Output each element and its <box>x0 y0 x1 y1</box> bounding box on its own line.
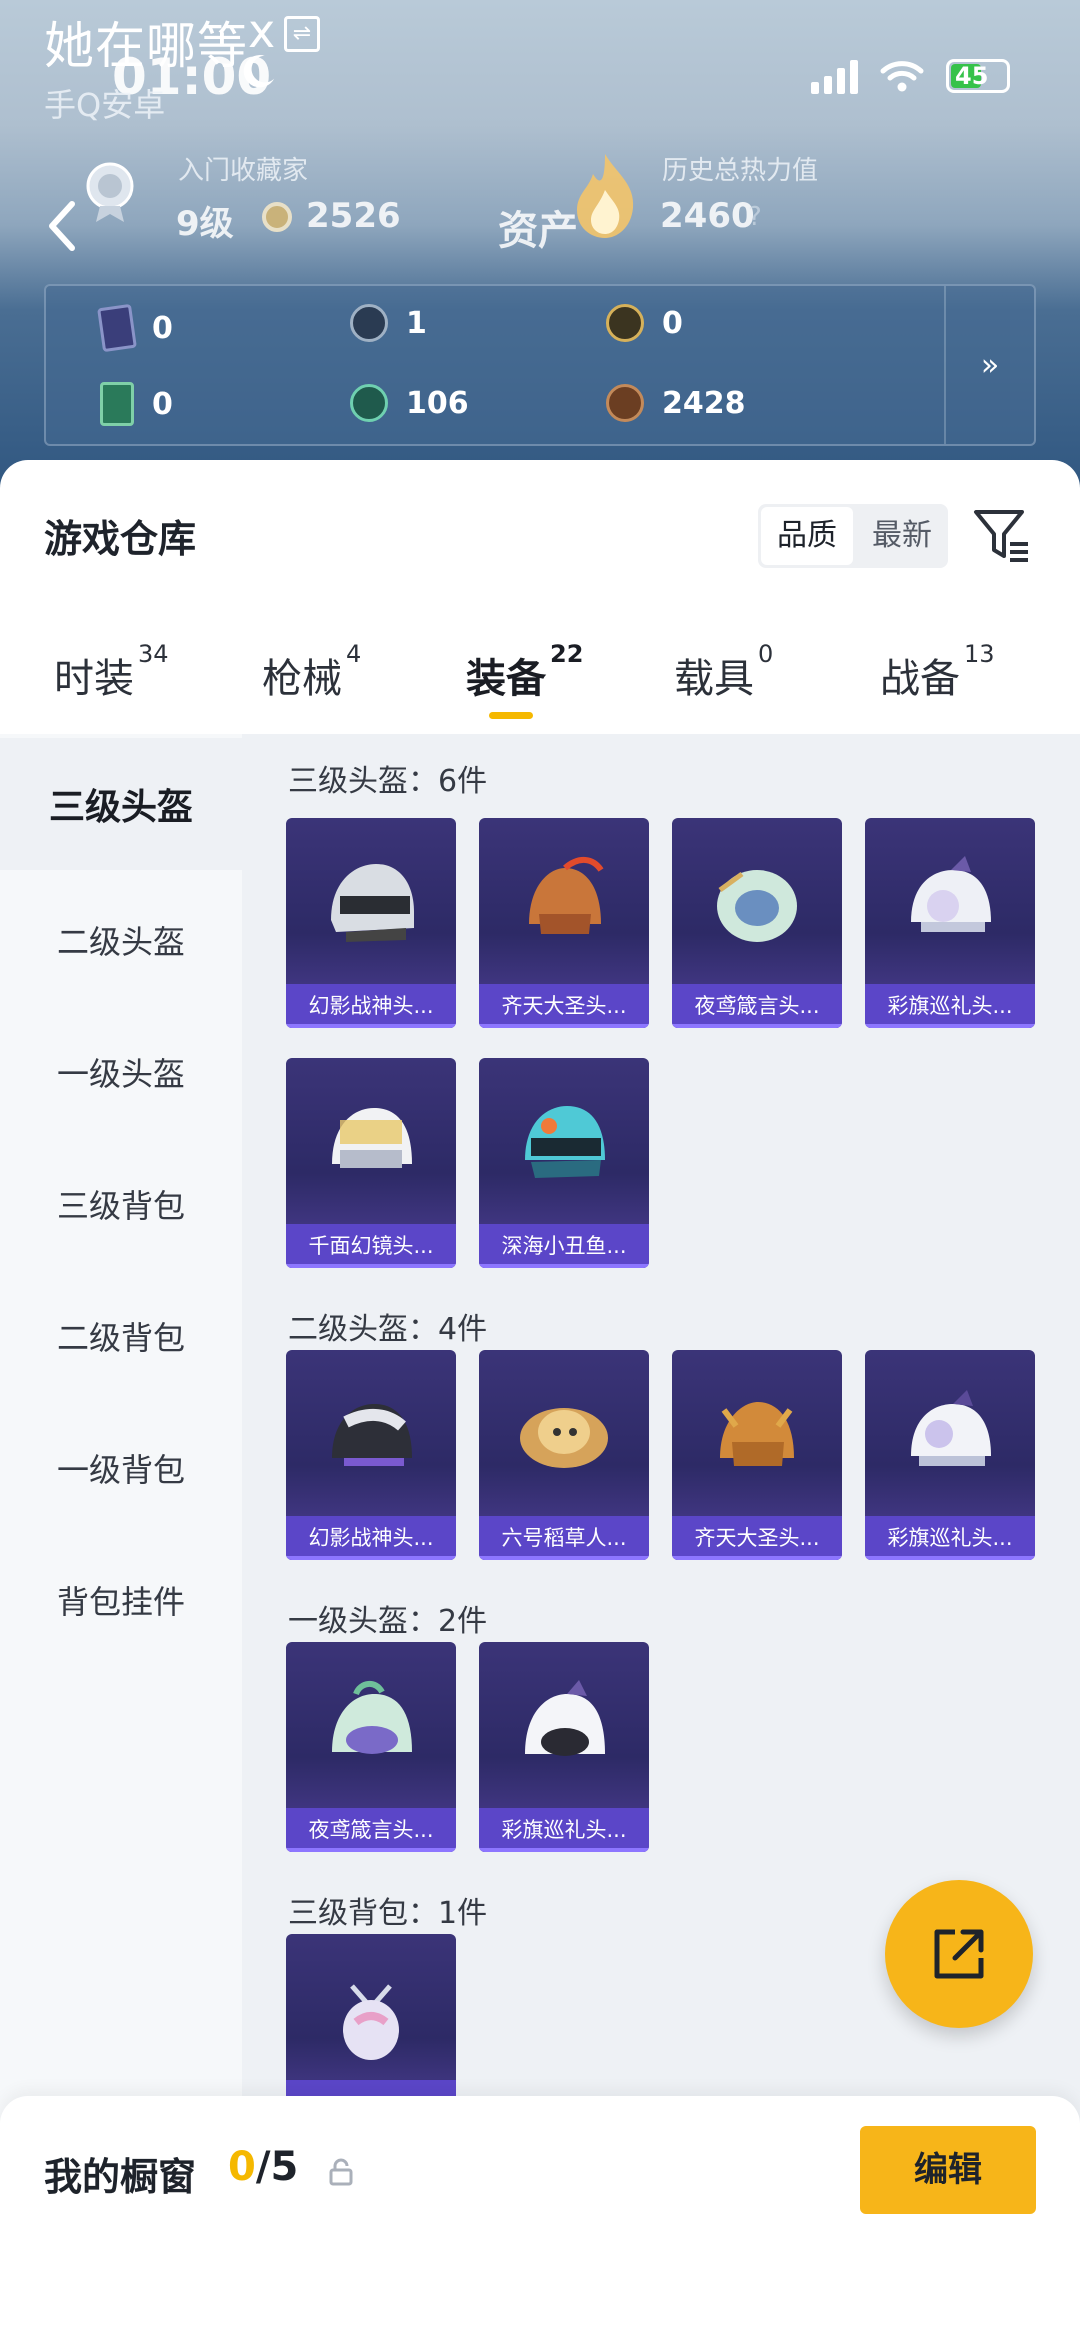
edit-button[interactable]: 编辑 <box>860 2126 1036 2214</box>
item-card[interactable]: 夜鸢箴言头... <box>672 818 842 1028</box>
stat-item: 0 <box>100 382 173 426</box>
stat-item: 0 <box>606 304 683 342</box>
helmet-icon <box>332 1681 412 1754</box>
sort-newest-button[interactable]: 最新 <box>856 504 948 568</box>
item-card[interactable]: 六号稻草人... <box>479 1350 649 1560</box>
collector-level: 9级 <box>176 204 234 244</box>
sidebar-item-level3-backpack[interactable]: 三级背包 <box>0 1138 242 1270</box>
sort-toggle: 品质 最新 <box>758 504 948 568</box>
helmet-icon <box>911 856 991 932</box>
warehouse-title: 游戏仓库 <box>44 517 197 561</box>
section-title: 二级头盔：4件 <box>288 1312 488 1347</box>
item-card[interactable]: 彩旗巡礼头... <box>479 1642 649 1852</box>
item-card[interactable]: 齐天大圣头... <box>479 818 649 1028</box>
lock-icon <box>329 2158 353 2186</box>
collector-level-label: 入门收藏家 <box>178 156 309 186</box>
help-icon[interactable]: ? <box>748 202 762 232</box>
heat-value: 2460 <box>660 196 755 236</box>
currency-stats: 0 1 0 0 106 2428 » <box>44 284 1036 446</box>
tab-supplies[interactable]: 战备13 <box>880 640 995 704</box>
item-card[interactable]: 夜鸢箴言头... <box>286 1642 456 1852</box>
sidebar-item-level2-backpack[interactable]: 二级背包 <box>0 1270 242 1402</box>
helmet-icon <box>529 857 604 934</box>
active-tab-indicator <box>489 712 533 719</box>
item-card[interactable]: 幻影战神头... <box>286 1350 456 1560</box>
showcase-count: 0/5 <box>228 2144 299 2190</box>
coin-icon <box>262 202 292 232</box>
silver-coin-icon <box>350 304 388 342</box>
item-card[interactable]: 齐天大圣头... <box>672 1350 842 1560</box>
section-title: 三级背包：1件 <box>288 1896 488 1931</box>
stat-item: 106 <box>350 384 469 422</box>
sidebar-item-level1-backpack[interactable]: 一级背包 <box>0 1402 242 1534</box>
item-card[interactable]: 彩旗巡礼头... <box>865 818 1035 1028</box>
sidebar-item-level1-helmet[interactable]: 一级头盔 <box>0 1006 242 1138</box>
stat-item: 0 <box>97 303 173 353</box>
sort-quality-button[interactable]: 品质 <box>761 507 853 565</box>
warehouse-panel: 游戏仓库 品质 最新 时装34 枪械4 装备22 载具0 战备13 三级头盔 二… <box>0 460 1080 2341</box>
status-icons: 45 <box>811 58 1010 94</box>
wifi-icon <box>880 61 924 92</box>
helmet-icon <box>332 1108 412 1168</box>
gold-coin-icon <box>606 304 644 342</box>
card-icon <box>97 303 137 353</box>
subcategory-sidebar: 三级头盔 二级头盔 一级头盔 三级背包 二级背包 一级背包 背包挂件 <box>0 734 242 2134</box>
level-badge-icon <box>86 162 134 222</box>
tab-fashion[interactable]: 时装34 <box>54 640 169 704</box>
battery-icon: 45 <box>946 59 1010 93</box>
item-card[interactable]: 彩旗巡礼头... <box>865 1350 1035 1560</box>
swap-icon[interactable]: ⇌ <box>284 16 320 52</box>
backpack-icon <box>343 1984 399 2060</box>
helmet-icon <box>525 1106 605 1178</box>
heat-label: 历史总热力值 <box>662 156 819 186</box>
showcase-label: 我的橱窗 <box>44 2155 197 2199</box>
bronze-coin-icon <box>606 384 644 422</box>
stat-item: 2428 <box>606 384 746 422</box>
flame-icon <box>577 154 634 238</box>
share-icon <box>934 1929 984 1979</box>
section-title: 三级头盔：6件 <box>288 764 488 799</box>
showcase-bar: 我的橱窗 0/5 编辑 <box>0 2096 1080 2341</box>
category-tabs: 时装34 枪械4 装备22 载具0 战备13 <box>0 640 1080 736</box>
signal-icon <box>811 58 858 94</box>
overlay-subtitle: 手Q安卓 <box>44 86 166 124</box>
stats-more-button[interactable]: » <box>944 286 1034 444</box>
item-card[interactable]: 幻影战神头... <box>286 818 456 1028</box>
share-button[interactable] <box>885 1880 1033 2028</box>
helmet-icon <box>911 1390 991 1466</box>
helmet-icon <box>525 1680 605 1756</box>
overlay-close-icon[interactable]: x <box>248 4 275 58</box>
stat-item: 1 <box>350 304 427 342</box>
helmet-icon <box>717 870 797 942</box>
sidebar-item-backpack-pendant[interactable]: 背包挂件 <box>0 1534 242 1666</box>
battery-level: 45 <box>955 62 989 90</box>
profile-header: 01:00 她在哪等 x ⇌ 手Q安卓 45 入门收藏家 9级 2526 资产 … <box>0 0 1080 500</box>
item-card[interactable]: 千面幻镜头... <box>286 1058 456 1268</box>
helmet-icon <box>720 1402 794 1466</box>
overlay-title: 她在哪等 <box>44 17 248 75</box>
jade-coin-icon <box>350 384 388 422</box>
helmet-icon <box>331 864 414 942</box>
sidebar-item-level3-helmet[interactable]: 三级头盔 <box>0 738 242 870</box>
item-card[interactable]: 深海小丑鱼... <box>479 1058 649 1268</box>
sidebar-item-level2-helmet[interactable]: 二级头盔 <box>0 874 242 1006</box>
tab-guns[interactable]: 枪械4 <box>262 640 361 704</box>
section-title: 一级头盔：2件 <box>288 1604 488 1639</box>
back-icon[interactable] <box>42 198 82 254</box>
green-card-icon <box>100 382 134 426</box>
tab-equipment[interactable]: 装备22 <box>466 640 583 704</box>
tab-vehicles[interactable]: 载具0 <box>674 640 773 704</box>
coin-balance: 2526 <box>306 196 401 236</box>
helmet-icon <box>332 1404 412 1466</box>
helmet-icon <box>520 1408 608 1468</box>
filter-icon[interactable] <box>972 506 1032 566</box>
